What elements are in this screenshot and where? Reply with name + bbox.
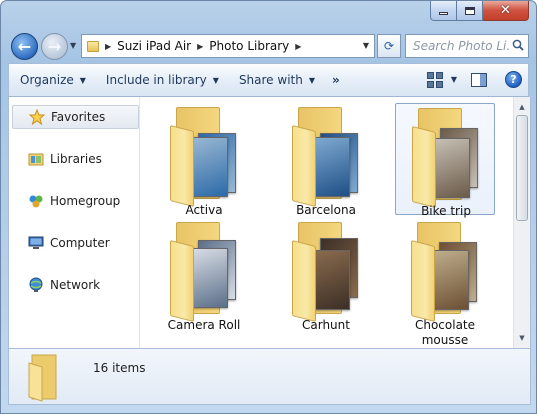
explorer-window: ✕ ← → ▼ ▶ Suzi iPad Air ▶ Photo Library … xyxy=(0,0,537,414)
details-pane: 16 items xyxy=(8,348,531,405)
view-controls: ▼ ? xyxy=(426,71,522,88)
more-commands-button[interactable]: » xyxy=(332,73,340,87)
chevron-down-icon: ▼ xyxy=(308,75,315,85)
address-dropdown-icon[interactable]: ▼ xyxy=(363,41,369,50)
folder-tile-barcelona[interactable]: Barcelona xyxy=(276,103,376,217)
sidebar-item-label: Libraries xyxy=(50,152,102,166)
folder-tile-carhunt[interactable]: Carhunt xyxy=(276,218,376,343)
scrollbar-thumb[interactable] xyxy=(516,115,528,221)
folder-name: Carhunt xyxy=(302,318,350,332)
star-icon xyxy=(29,109,45,125)
scroll-down-icon[interactable]: ▼ xyxy=(514,330,530,346)
search-icon[interactable] xyxy=(512,39,524,51)
close-button[interactable]: ✕ xyxy=(483,1,529,21)
item-count: 16 items xyxy=(93,361,146,375)
folder-icon xyxy=(411,222,489,322)
navigation-row: ← → ▼ ▶ Suzi iPad Air ▶ Photo Library ▶ … xyxy=(7,31,530,61)
command-bar: Organize ▼ Include in library ▼ Share with… xyxy=(8,63,529,97)
folder-tile-camera-roll[interactable]: Camera Roll xyxy=(154,218,254,343)
folder-icon xyxy=(170,222,248,322)
sidebar-item-computer[interactable]: Computer xyxy=(9,231,138,255)
help-icon[interactable]: ? xyxy=(505,71,522,88)
sidebar-item-favorites[interactable]: Favorites xyxy=(12,105,139,129)
sidebar-item-homegroup[interactable]: Homegroup xyxy=(9,189,138,213)
folder-icon xyxy=(170,107,248,207)
folder-icon xyxy=(412,108,490,208)
back-button[interactable]: ← xyxy=(11,33,38,60)
close-icon: ✕ xyxy=(500,3,511,18)
refresh-icon: ⟳ xyxy=(383,39,395,53)
include-in-library-button[interactable]: Include in library ▼ xyxy=(95,73,228,87)
folder-tile-activa[interactable]: Activa xyxy=(154,103,254,217)
include-label: Include in library xyxy=(105,73,207,87)
preview-pane-icon[interactable] xyxy=(471,72,487,87)
folder-tile-chocolate-mousse[interactable]: Chocolate mousse xyxy=(395,218,495,347)
chevron-down-icon: ▼ xyxy=(79,75,86,85)
sidebar-item-label: Computer xyxy=(50,236,110,250)
view-options-dropdown[interactable]: ▼ xyxy=(451,75,457,84)
sidebar-item-libraries[interactable]: Libraries xyxy=(9,147,138,171)
minimize-icon xyxy=(439,11,448,15)
forward-button[interactable]: → xyxy=(41,33,68,60)
caption-buttons: ✕ xyxy=(430,1,529,21)
address-bar[interactable]: ▶ Suzi iPad Air ▶ Photo Library ▶ ▼ xyxy=(81,34,375,58)
vertical-scrollbar[interactable]: ▲ ▼ xyxy=(513,97,530,348)
maximize-icon xyxy=(464,6,475,15)
sidebar-item-label: Favorites xyxy=(51,110,106,124)
share-with-button[interactable]: Share with ▼ xyxy=(228,73,324,87)
recent-pages-dropdown[interactable]: ▼ xyxy=(70,41,76,50)
forward-arrow-icon: → xyxy=(47,37,62,56)
folder-name: Activa xyxy=(185,203,223,217)
folder-name: Barcelona xyxy=(296,203,356,217)
breadcrumb-separator-icon[interactable]: ▶ xyxy=(105,42,111,51)
sidebar-item-label: Network xyxy=(50,278,101,292)
folder-name: Camera Roll xyxy=(167,318,241,332)
folder-name: Chocolate mousse xyxy=(414,318,476,347)
maximize-button[interactable] xyxy=(457,1,483,21)
scroll-up-icon[interactable]: ▲ xyxy=(514,99,530,115)
libraries-icon xyxy=(28,151,44,167)
search-input[interactable]: Search Photo Li... xyxy=(405,34,529,58)
folder-name: Bike trip xyxy=(421,204,471,218)
change-view-icon[interactable] xyxy=(426,71,443,88)
chevron-down-icon: ▼ xyxy=(212,75,219,85)
homegroup-icon xyxy=(28,193,44,209)
folder-icon xyxy=(87,40,99,52)
network-icon xyxy=(28,277,44,293)
back-arrow-icon: ← xyxy=(17,37,32,56)
navigation-pane: Favorites Libraries Homegroup Computer N… xyxy=(9,97,140,348)
organize-label: Organize xyxy=(20,73,74,87)
breadcrumb-item[interactable]: Suzi iPad Air xyxy=(117,39,191,53)
sidebar-item-network[interactable]: Network xyxy=(9,273,138,297)
share-label: Share with xyxy=(238,73,303,87)
file-pane: Activa Barcelona Bike trip Camera Roll C… xyxy=(141,97,515,348)
breadcrumb-item[interactable]: Photo Library xyxy=(209,39,289,53)
refresh-button[interactable]: ⟳ xyxy=(377,34,401,58)
search-placeholder: Search Photo Li... xyxy=(413,39,510,53)
breadcrumb-separator-icon[interactable]: ▶ xyxy=(197,42,203,51)
sidebar-item-label: Homegroup xyxy=(50,194,121,208)
folder-tile-bike-trip[interactable]: Bike trip xyxy=(395,103,495,218)
folder-icon xyxy=(292,222,370,322)
folder-icon xyxy=(28,353,66,403)
organize-button[interactable]: Organize ▼ xyxy=(9,73,95,87)
computer-icon xyxy=(28,235,44,251)
breadcrumb-separator-icon[interactable]: ▶ xyxy=(295,42,301,51)
minimize-button[interactable] xyxy=(430,1,457,21)
folder-icon xyxy=(292,107,370,207)
content-area: Favorites Libraries Homegroup Computer N… xyxy=(8,97,531,348)
